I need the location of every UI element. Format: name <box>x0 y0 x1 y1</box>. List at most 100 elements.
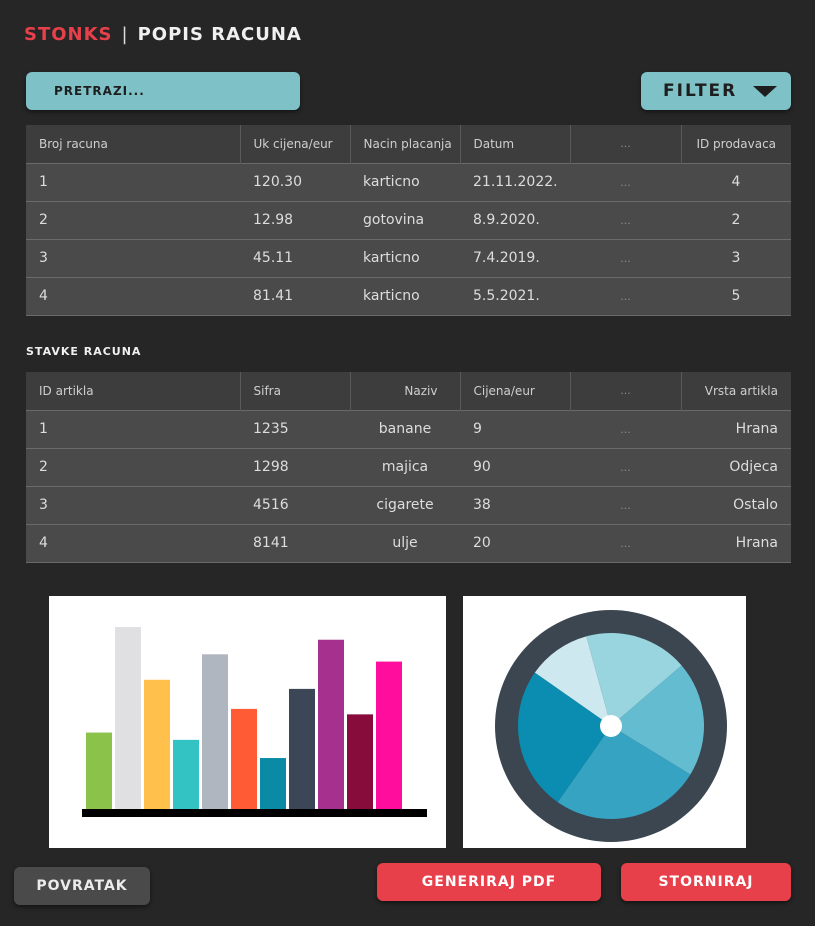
title-separator: | <box>121 24 129 45</box>
column-header[interactable]: Vrsta artikla <box>681 372 791 410</box>
column-header[interactable]: Uk cijena/eur <box>240 125 351 163</box>
table-cell: ... <box>570 276 681 316</box>
table-cell: ... <box>570 409 681 448</box>
table-cell: Hrana <box>681 523 791 563</box>
caret-down-icon <box>753 85 778 97</box>
table-cell: 8141 <box>240 523 350 563</box>
table-cell: 1 <box>26 162 240 201</box>
pie-chart <box>495 610 727 842</box>
table-cell: karticno <box>350 276 460 316</box>
table-cell: 3 <box>26 485 240 524</box>
table-cell: 4 <box>26 523 240 563</box>
table-cell: 5 <box>681 276 791 316</box>
back-button[interactable]: POVRATAK <box>14 867 150 905</box>
chart-bar <box>173 739 199 809</box>
table-cell: 12.98 <box>240 200 350 239</box>
column-header[interactable]: Nacin placanja <box>350 125 461 163</box>
page-title: POPIS RACUNA <box>137 24 302 45</box>
table-cell: ... <box>570 238 681 277</box>
table-cell: 5.5.2021. <box>460 276 570 316</box>
app-title: STONKS | POPIS RACUNA <box>24 24 302 46</box>
table-cell: Hrana <box>681 409 791 448</box>
invoice-row[interactable]: 3 45.11 karticno 7.4.2019. ... 3 <box>26 238 791 277</box>
table-cell: 1298 <box>240 447 350 486</box>
table-cell: 1 <box>26 409 240 448</box>
table-cell: ... <box>570 162 681 201</box>
table-cell: 4 <box>26 276 240 316</box>
chart-bar <box>202 654 228 809</box>
chart-bar <box>115 627 141 809</box>
item-row[interactable]: 1 1235 banane 9 ... Hrana <box>26 409 791 448</box>
brand-logo: STONKS <box>24 24 113 45</box>
bar-chart <box>82 627 427 817</box>
table-cell: Ostalo <box>681 485 791 524</box>
table-cell: majica <box>350 447 460 486</box>
generate-pdf-button[interactable]: GENERIRAJ PDF <box>377 863 601 901</box>
chart-baseline <box>82 809 427 817</box>
items-table: ID artikla Sifra Naziv Cijena/eur ... Vr… <box>26 372 791 563</box>
invoices-header-row: Broj racuna Uk cijena/eur Nacin placanja… <box>26 125 791 163</box>
items-section-title: STAVKE RACUNA <box>26 345 142 358</box>
chart-bar <box>260 758 286 809</box>
table-cell: 21.11.2022. <box>460 162 570 201</box>
table-cell: 2 <box>26 200 240 239</box>
table-cell: ... <box>570 523 681 563</box>
table-cell: 38 <box>460 485 570 524</box>
chart-bar <box>231 708 257 809</box>
column-header[interactable]: ID prodavaca <box>681 125 791 163</box>
table-cell: 4 <box>681 162 791 201</box>
table-cell: 2 <box>681 200 791 239</box>
table-cell: 8.9.2020. <box>460 200 570 239</box>
cancel-invoice-button[interactable]: STORNIRAJ <box>621 863 791 901</box>
table-cell: cigarete <box>350 485 460 524</box>
chart-bar <box>376 661 402 809</box>
chart-bar <box>347 714 373 809</box>
table-cell: Odjeca <box>681 447 791 486</box>
table-cell: 3 <box>26 238 240 277</box>
invoice-row[interactable]: 1 120.30 karticno 21.11.2022. ... 4 <box>26 162 791 201</box>
chart-bar <box>318 639 344 809</box>
table-cell: gotovina <box>350 200 460 239</box>
invoice-row[interactable]: 4 81.41 karticno 5.5.2021. ... 5 <box>26 276 791 316</box>
filter-button-label: FILTER <box>663 81 738 101</box>
column-header[interactable]: ID artikla <box>26 372 241 410</box>
chart-bar <box>86 732 112 809</box>
column-header[interactable]: Sifra <box>240 372 351 410</box>
item-row[interactable]: 3 4516 cigarete 38 ... Ostalo <box>26 485 791 524</box>
table-cell: 120.30 <box>240 162 350 201</box>
table-cell: karticno <box>350 238 460 277</box>
item-row[interactable]: 4 8141 ulje 20 ... Hrana <box>26 523 791 563</box>
table-cell: karticno <box>350 162 460 201</box>
items-header-row: ID artikla Sifra Naziv Cijena/eur ... Vr… <box>26 372 791 410</box>
table-cell: 81.41 <box>240 276 350 316</box>
table-cell: 7.4.2019. <box>460 238 570 277</box>
search-input[interactable] <box>26 72 300 110</box>
table-cell: ... <box>570 200 681 239</box>
table-cell: banane <box>350 409 460 448</box>
table-cell: ... <box>570 447 681 486</box>
table-cell: 2 <box>26 447 240 486</box>
table-cell: ... <box>570 485 681 524</box>
column-header[interactable]: Broj racuna <box>26 125 241 163</box>
table-cell: 20 <box>460 523 570 563</box>
table-cell: 45.11 <box>240 238 350 277</box>
pie-chart-panel <box>463 596 746 848</box>
column-header[interactable]: Naziv <box>350 372 461 410</box>
column-header[interactable]: ... <box>570 372 682 410</box>
column-header[interactable]: ... <box>570 125 682 163</box>
pie-center-dot <box>600 715 622 737</box>
invoice-row[interactable]: 2 12.98 gotovina 8.9.2020. ... 2 <box>26 200 791 239</box>
bar-chart-panel <box>49 596 446 848</box>
table-cell: 1235 <box>240 409 350 448</box>
table-cell: 90 <box>460 447 570 486</box>
chart-bar <box>289 688 315 809</box>
table-cell: ulje <box>350 523 460 563</box>
invoices-table: Broj racuna Uk cijena/eur Nacin placanja… <box>26 125 791 316</box>
item-row[interactable]: 2 1298 majica 90 ... Odjeca <box>26 447 791 486</box>
chart-bar <box>144 679 170 809</box>
table-cell: 3 <box>681 238 791 277</box>
column-header[interactable]: Datum <box>460 125 571 163</box>
filter-button[interactable]: FILTER <box>641 72 791 110</box>
table-cell: 9 <box>460 409 570 448</box>
column-header[interactable]: Cijena/eur <box>460 372 571 410</box>
